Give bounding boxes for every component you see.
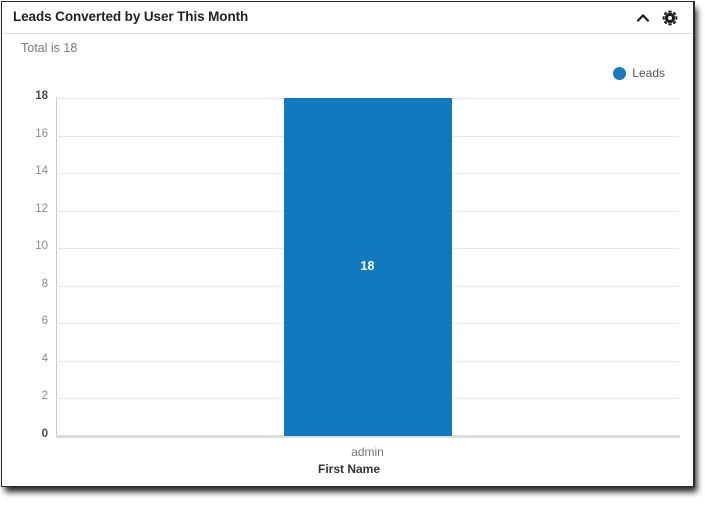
y-axis-tick-label: 12 (35, 202, 48, 215)
y-axis-tick-label: 18 (35, 90, 48, 102)
y-axis-tick-label: 0 (41, 428, 48, 440)
y-axis-tick-label: 16 (35, 127, 48, 140)
y-axis-tick-label: 6 (41, 315, 48, 328)
dashboard-panel: Leads Converted by User This Month Total… (1, 1, 695, 487)
y-axis-tick-label: 4 (41, 352, 48, 365)
bar[interactable]: 18 (283, 98, 452, 436)
y-axis-tick-label: 14 (35, 165, 48, 178)
plot-area: 18 (56, 98, 679, 436)
legend-swatch-leads (613, 66, 627, 80)
y-axis-tick-label: 10 (35, 240, 48, 253)
gear-icon[interactable] (660, 8, 680, 28)
y-axis-tick-label: 2 (41, 390, 48, 403)
chevron-up-icon[interactable] (633, 8, 653, 28)
panel-header: Leads Converted by User This Month (2, 2, 693, 34)
x-axis-category-label: admin (351, 445, 384, 459)
x-axis-title: First Name (317, 462, 381, 476)
y-axis-tick-label: 8 (41, 277, 48, 290)
bar-value-label: 18 (360, 259, 375, 273)
bar-series: 18 (56, 98, 679, 436)
chart-legend[interactable]: Leads (613, 66, 665, 80)
legend-label-leads: Leads (632, 66, 665, 80)
chart-subtitle: Total is 18 (21, 41, 78, 55)
page-title: Leads Converted by User This Month (13, 9, 249, 24)
